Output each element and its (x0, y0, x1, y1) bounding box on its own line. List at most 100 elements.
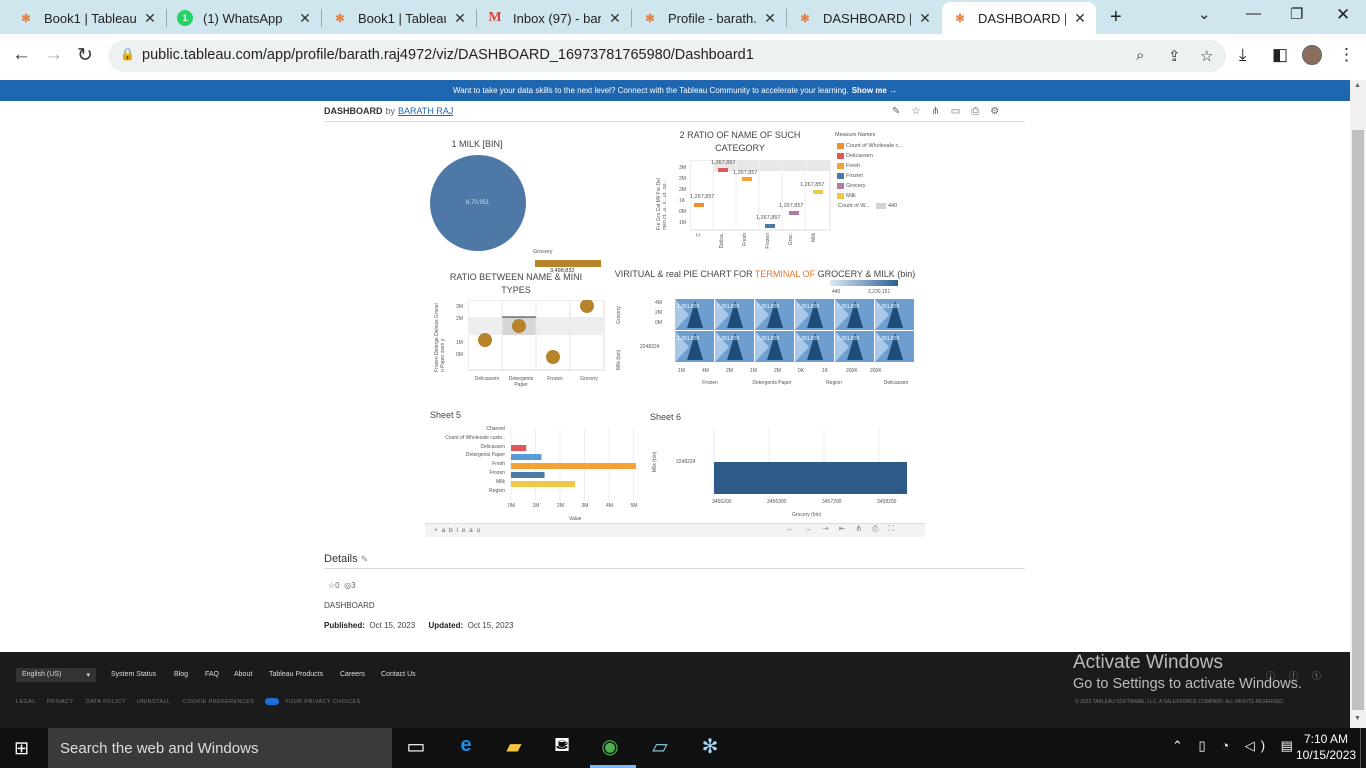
tableau-app-icon[interactable]: ✻ (696, 734, 724, 762)
grocery-bar[interactable] (535, 260, 601, 267)
tab-book1[interactable]: ✻ Book1 | Tableau ✕ (8, 4, 166, 32)
file-explorer-icon[interactable]: ▰ (500, 734, 528, 762)
settings-icon[interactable]: ⚙ (990, 106, 999, 117)
twitter-icon[interactable]: ⓣ (1312, 669, 1321, 682)
url-text[interactable]: public.tableau.com/app/profile/barath.ra… (142, 47, 754, 63)
edit-pencil-icon[interactable]: ✎ (361, 554, 369, 564)
system-clock[interactable]: 7:10 AM 10/15/2023 (1296, 731, 1356, 763)
footer-link-careers[interactable]: Careers (340, 671, 365, 678)
legend-swatch[interactable] (837, 153, 844, 159)
close-icon[interactable]: ✕ (454, 10, 466, 27)
legend-swatch[interactable] (837, 143, 844, 149)
footer-link-about[interactable]: About (234, 671, 252, 678)
viz-download-icon[interactable]: ⎙ (872, 524, 878, 534)
legend-swatch[interactable] (837, 173, 844, 179)
lock-icon[interactable]: 🔒 (120, 47, 135, 61)
close-icon[interactable]: ✕ (919, 10, 931, 27)
footer-link-system-status[interactable]: System Status (111, 671, 156, 678)
footer-privacy-choices[interactable]: YOUR PRIVACY CHOICES (285, 699, 361, 705)
scroll-up-icon[interactable]: ▲ (1354, 82, 1361, 89)
scroll-down-icon[interactable]: ▼ (1354, 715, 1361, 722)
menu-kebab-icon[interactable]: ⋮ (1338, 45, 1355, 65)
close-icon[interactable]: ✕ (144, 10, 156, 27)
footer-privacy[interactable]: PRIVACY (47, 699, 74, 705)
cell-label: 1,351,650 (677, 304, 699, 310)
share-icon[interactable]: ⋔ (931, 106, 939, 117)
page-scrollbar[interactable]: ▲ ▼ (1350, 80, 1366, 728)
store-icon[interactable]: ⛾ (548, 734, 576, 762)
new-tab-icon[interactable]: + (1110, 6, 1122, 29)
forward-icon[interactable]: → (44, 44, 63, 66)
system-tray[interactable]: ⌃ ▯ ◔ ◁) ▤ (1172, 738, 1299, 754)
tab-dashboard-active[interactable]: ✻ DASHBOARD | Ta ✕ (942, 2, 1096, 34)
tab-inbox[interactable]: M Inbox (97) - bara ✕ (477, 4, 631, 32)
download-icon[interactable]: ⤓ (1239, 45, 1247, 65)
back-icon[interactable]: ← (12, 44, 31, 66)
edit-icon[interactable]: ✎ (892, 106, 900, 117)
tab-profile[interactable]: ✻ Profile - barath. ✕ (632, 4, 786, 32)
footer-uninstall[interactable]: UNINSTALL (137, 699, 170, 705)
footer-legal[interactable]: LEGAL (16, 699, 36, 705)
sheet6-bar[interactable] (714, 462, 907, 494)
minimize-icon[interactable]: — (1246, 5, 1261, 22)
tab-whatsapp[interactable]: 1 (1) WhatsApp ✕ (167, 4, 321, 32)
footer-link-blog[interactable]: Blog (174, 671, 188, 678)
reload-icon[interactable]: ↻ (77, 44, 93, 67)
footer-link-contact[interactable]: Contact Us (381, 671, 416, 678)
taskbar-search[interactable]: Search the web and Windows (48, 728, 392, 768)
share-icon[interactable]: ⇪ (1168, 47, 1181, 65)
xtick: 3M (581, 503, 589, 509)
window-close-icon[interactable]: ✕ (1336, 5, 1350, 25)
legend-swatch[interactable] (837, 193, 844, 199)
undo-icon[interactable]: ← (786, 524, 794, 534)
series-mark (546, 350, 560, 364)
footer-cookie[interactable]: COOKIE PREFERENCES (183, 699, 254, 705)
redo-icon[interactable]: → (804, 524, 812, 534)
close-icon[interactable]: ✕ (609, 10, 621, 27)
show-desktop[interactable] (1360, 728, 1361, 768)
comment-icon[interactable]: ▭ (951, 106, 960, 117)
footer-data-policy[interactable]: DATA POLICY (86, 699, 126, 705)
viz-share-icon[interactable]: ⋔ (855, 524, 862, 534)
legend-swatch[interactable] (837, 183, 844, 189)
download-icon[interactable]: ⎙ (971, 106, 979, 117)
notes-icon[interactable]: ▱ (646, 734, 674, 762)
close-icon[interactable]: ✕ (299, 10, 311, 27)
side-panel-icon[interactable]: ◧ (1272, 45, 1288, 65)
restore-icon[interactable]: ❐ (1290, 5, 1303, 23)
fullscreen-icon[interactable]: ⛶ (889, 524, 895, 534)
footer-link-faq[interactable]: FAQ (205, 671, 219, 678)
xtick: Groc. (788, 233, 794, 246)
zoom-icon[interactable]: ⌕ (1136, 47, 1144, 64)
chrome-icon[interactable]: ◉ (596, 734, 624, 762)
edge-icon[interactable]: e (452, 734, 480, 762)
tab-book1-2[interactable]: ✻ Book1 | Tableau ✕ (322, 4, 476, 32)
xtick: 2M (557, 503, 564, 509)
task-view-icon[interactable]: ▭ (402, 734, 430, 762)
windows-start-icon[interactable]: ⊞ (14, 738, 29, 759)
row-label: Milk (496, 478, 505, 485)
data-label: 1,267,857 (733, 170, 757, 176)
series-mark (478, 333, 492, 347)
footer-link-products[interactable]: Tableau Products (269, 671, 323, 678)
tab-dashboard-1[interactable]: ✻ DASHBOARD | Ta ✕ (787, 4, 941, 32)
scrollbar-thumb[interactable] (1352, 130, 1364, 710)
profile-avatar[interactable] (1302, 45, 1322, 65)
close-icon[interactable]: ✕ (1074, 10, 1086, 27)
community-banner: Want to take your data skills to the nex… (0, 80, 1350, 101)
favorite-icon[interactable]: ☆ (911, 106, 920, 117)
xtick: 3458200 (877, 499, 897, 505)
xtick: Delica. (719, 233, 725, 249)
close-icon[interactable]: ✕ (764, 10, 776, 27)
ytick: 3M (679, 165, 686, 171)
author-link[interactable]: BARATH RAJ (398, 106, 453, 116)
reset-icon[interactable]: ⇤ (839, 524, 846, 534)
revert-icon[interactable]: ⇢ (822, 524, 829, 534)
legend-swatch[interactable] (837, 163, 844, 169)
xtick: 4M (606, 503, 613, 509)
tableau-icon: ✻ (645, 12, 655, 25)
language-select[interactable]: English (US) ▾ (16, 668, 96, 682)
bookmark-star-icon[interactable]: ☆ (1200, 47, 1213, 65)
tab-search-chevron-icon[interactable]: ⌄ (1198, 5, 1211, 23)
show-me-link[interactable]: Show me → (852, 86, 897, 95)
